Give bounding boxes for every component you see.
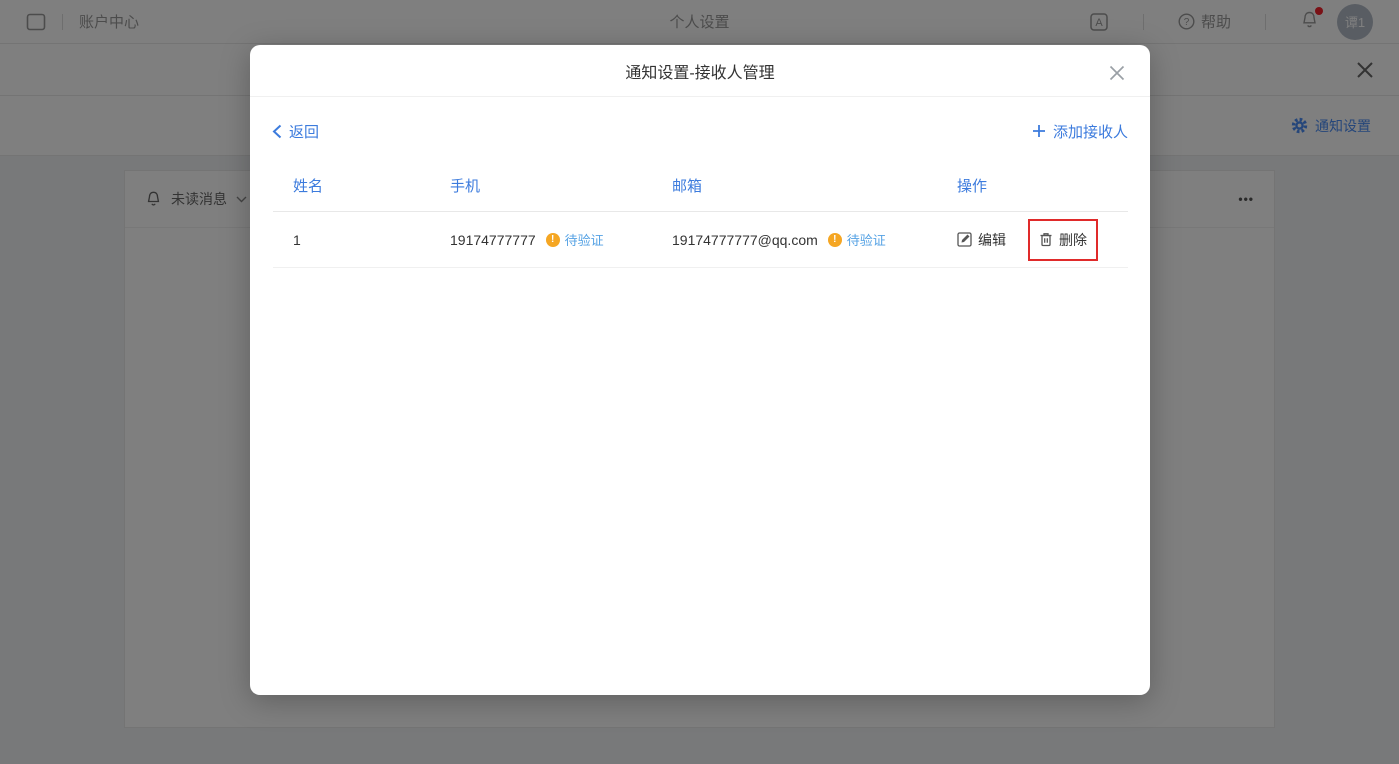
add-recipient-label: 添加接收人 (1053, 121, 1128, 142)
recipient-management-modal: 通知设置-接收人管理 返回 添加接收人 (250, 45, 1150, 695)
warning-icon: ! (546, 233, 560, 247)
recipient-phone-cell: 19174777777 ! 待验证 (430, 230, 652, 249)
modal-header: 通知设置-接收人管理 (250, 45, 1150, 97)
recipient-email: 19174777777@qq.com (672, 232, 818, 248)
back-button[interactable]: 返回 (272, 121, 319, 142)
modal-title: 通知设置-接收人管理 (625, 59, 774, 83)
recipient-email-cell: 19174777777@qq.com ! 待验证 (652, 230, 937, 249)
recipient-phone: 19174777777 (450, 232, 536, 248)
column-header-name: 姓名 (273, 175, 430, 196)
edit-icon (957, 232, 972, 247)
close-icon (1106, 62, 1128, 84)
recipient-table: 姓名 手机 邮箱 操作 1 19174777777 ! 待验证 19174777… (273, 160, 1128, 268)
trash-icon (1039, 232, 1053, 247)
table-header-row: 姓名 手机 邮箱 操作 (273, 160, 1128, 212)
phone-status-badge[interactable]: ! 待验证 (546, 230, 604, 249)
column-header-phone: 手机 (430, 175, 652, 196)
modal-toolbar: 返回 添加接收人 (272, 114, 1128, 148)
actions-cell: 编辑 删除 (937, 219, 1128, 261)
table-row: 1 19174777777 ! 待验证 19174777777@qq.com !… (273, 212, 1128, 268)
email-status-label: 待验证 (847, 230, 886, 249)
column-header-email: 邮箱 (652, 175, 937, 196)
warning-icon: ! (828, 233, 842, 247)
back-label: 返回 (289, 121, 319, 142)
screen: 账户中心 个人设置 A ? (0, 0, 1399, 764)
plus-icon (1032, 124, 1046, 138)
edit-label: 编辑 (978, 230, 1006, 250)
chevron-left-icon (272, 124, 282, 139)
delete-highlight-box: 删除 (1028, 219, 1098, 261)
column-header-actions: 操作 (937, 175, 1128, 196)
recipient-name: 1 (273, 232, 430, 248)
add-recipient-button[interactable]: 添加接收人 (1032, 121, 1128, 142)
modal-close-button[interactable] (1104, 60, 1130, 86)
delete-button[interactable]: 删除 (1039, 230, 1087, 250)
email-status-badge[interactable]: ! 待验证 (828, 230, 886, 249)
edit-button[interactable]: 编辑 (957, 230, 1006, 250)
phone-status-label: 待验证 (565, 230, 604, 249)
delete-label: 删除 (1059, 230, 1087, 250)
